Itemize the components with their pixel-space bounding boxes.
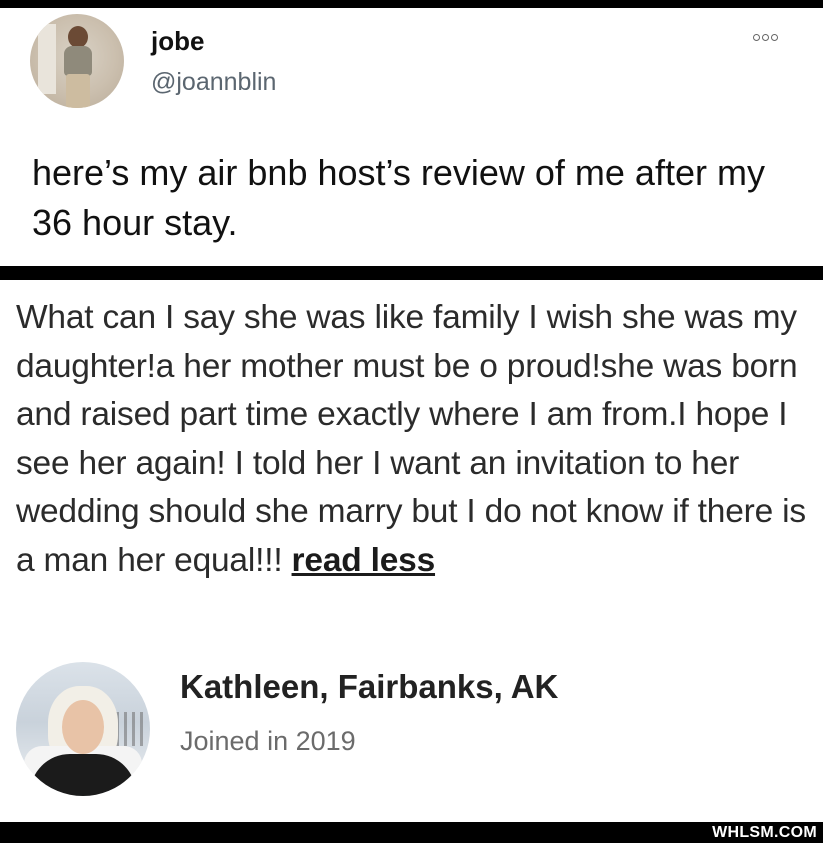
- more-dot: [771, 34, 778, 41]
- review-text: What can I say she was like family I wis…: [16, 299, 806, 579]
- watermark: WHLSM.COM: [712, 824, 817, 841]
- avatar-background-railing: [116, 712, 146, 746]
- avatar-figure-legs: [66, 74, 90, 108]
- host-joined-date: Joined in 2019: [180, 726, 356, 756]
- more-options-icon[interactable]: [753, 34, 778, 41]
- top-border: [0, 0, 823, 8]
- bottom-border: [0, 822, 823, 843]
- more-dot: [753, 34, 760, 41]
- more-dot: [762, 34, 769, 41]
- avatar-figure-body: [64, 46, 92, 76]
- tweet-display-name[interactable]: jobe: [151, 26, 204, 57]
- section-divider: [0, 266, 823, 280]
- avatar-face: [62, 700, 104, 754]
- tweet-handle[interactable]: @joannblin: [151, 68, 276, 97]
- avatar-background-frame: [38, 24, 56, 94]
- avatar-figure-head: [68, 26, 88, 48]
- tweet-author-avatar[interactable]: [30, 14, 124, 108]
- host-avatar[interactable]: [16, 662, 150, 796]
- host-name[interactable]: Kathleen, Fairbanks, AK: [180, 668, 558, 706]
- review-body: What can I say she was like family I wis…: [16, 294, 816, 585]
- read-less-link[interactable]: read less: [292, 542, 436, 579]
- tweet-text: here’s my air bnb host’s review of me af…: [32, 152, 765, 243]
